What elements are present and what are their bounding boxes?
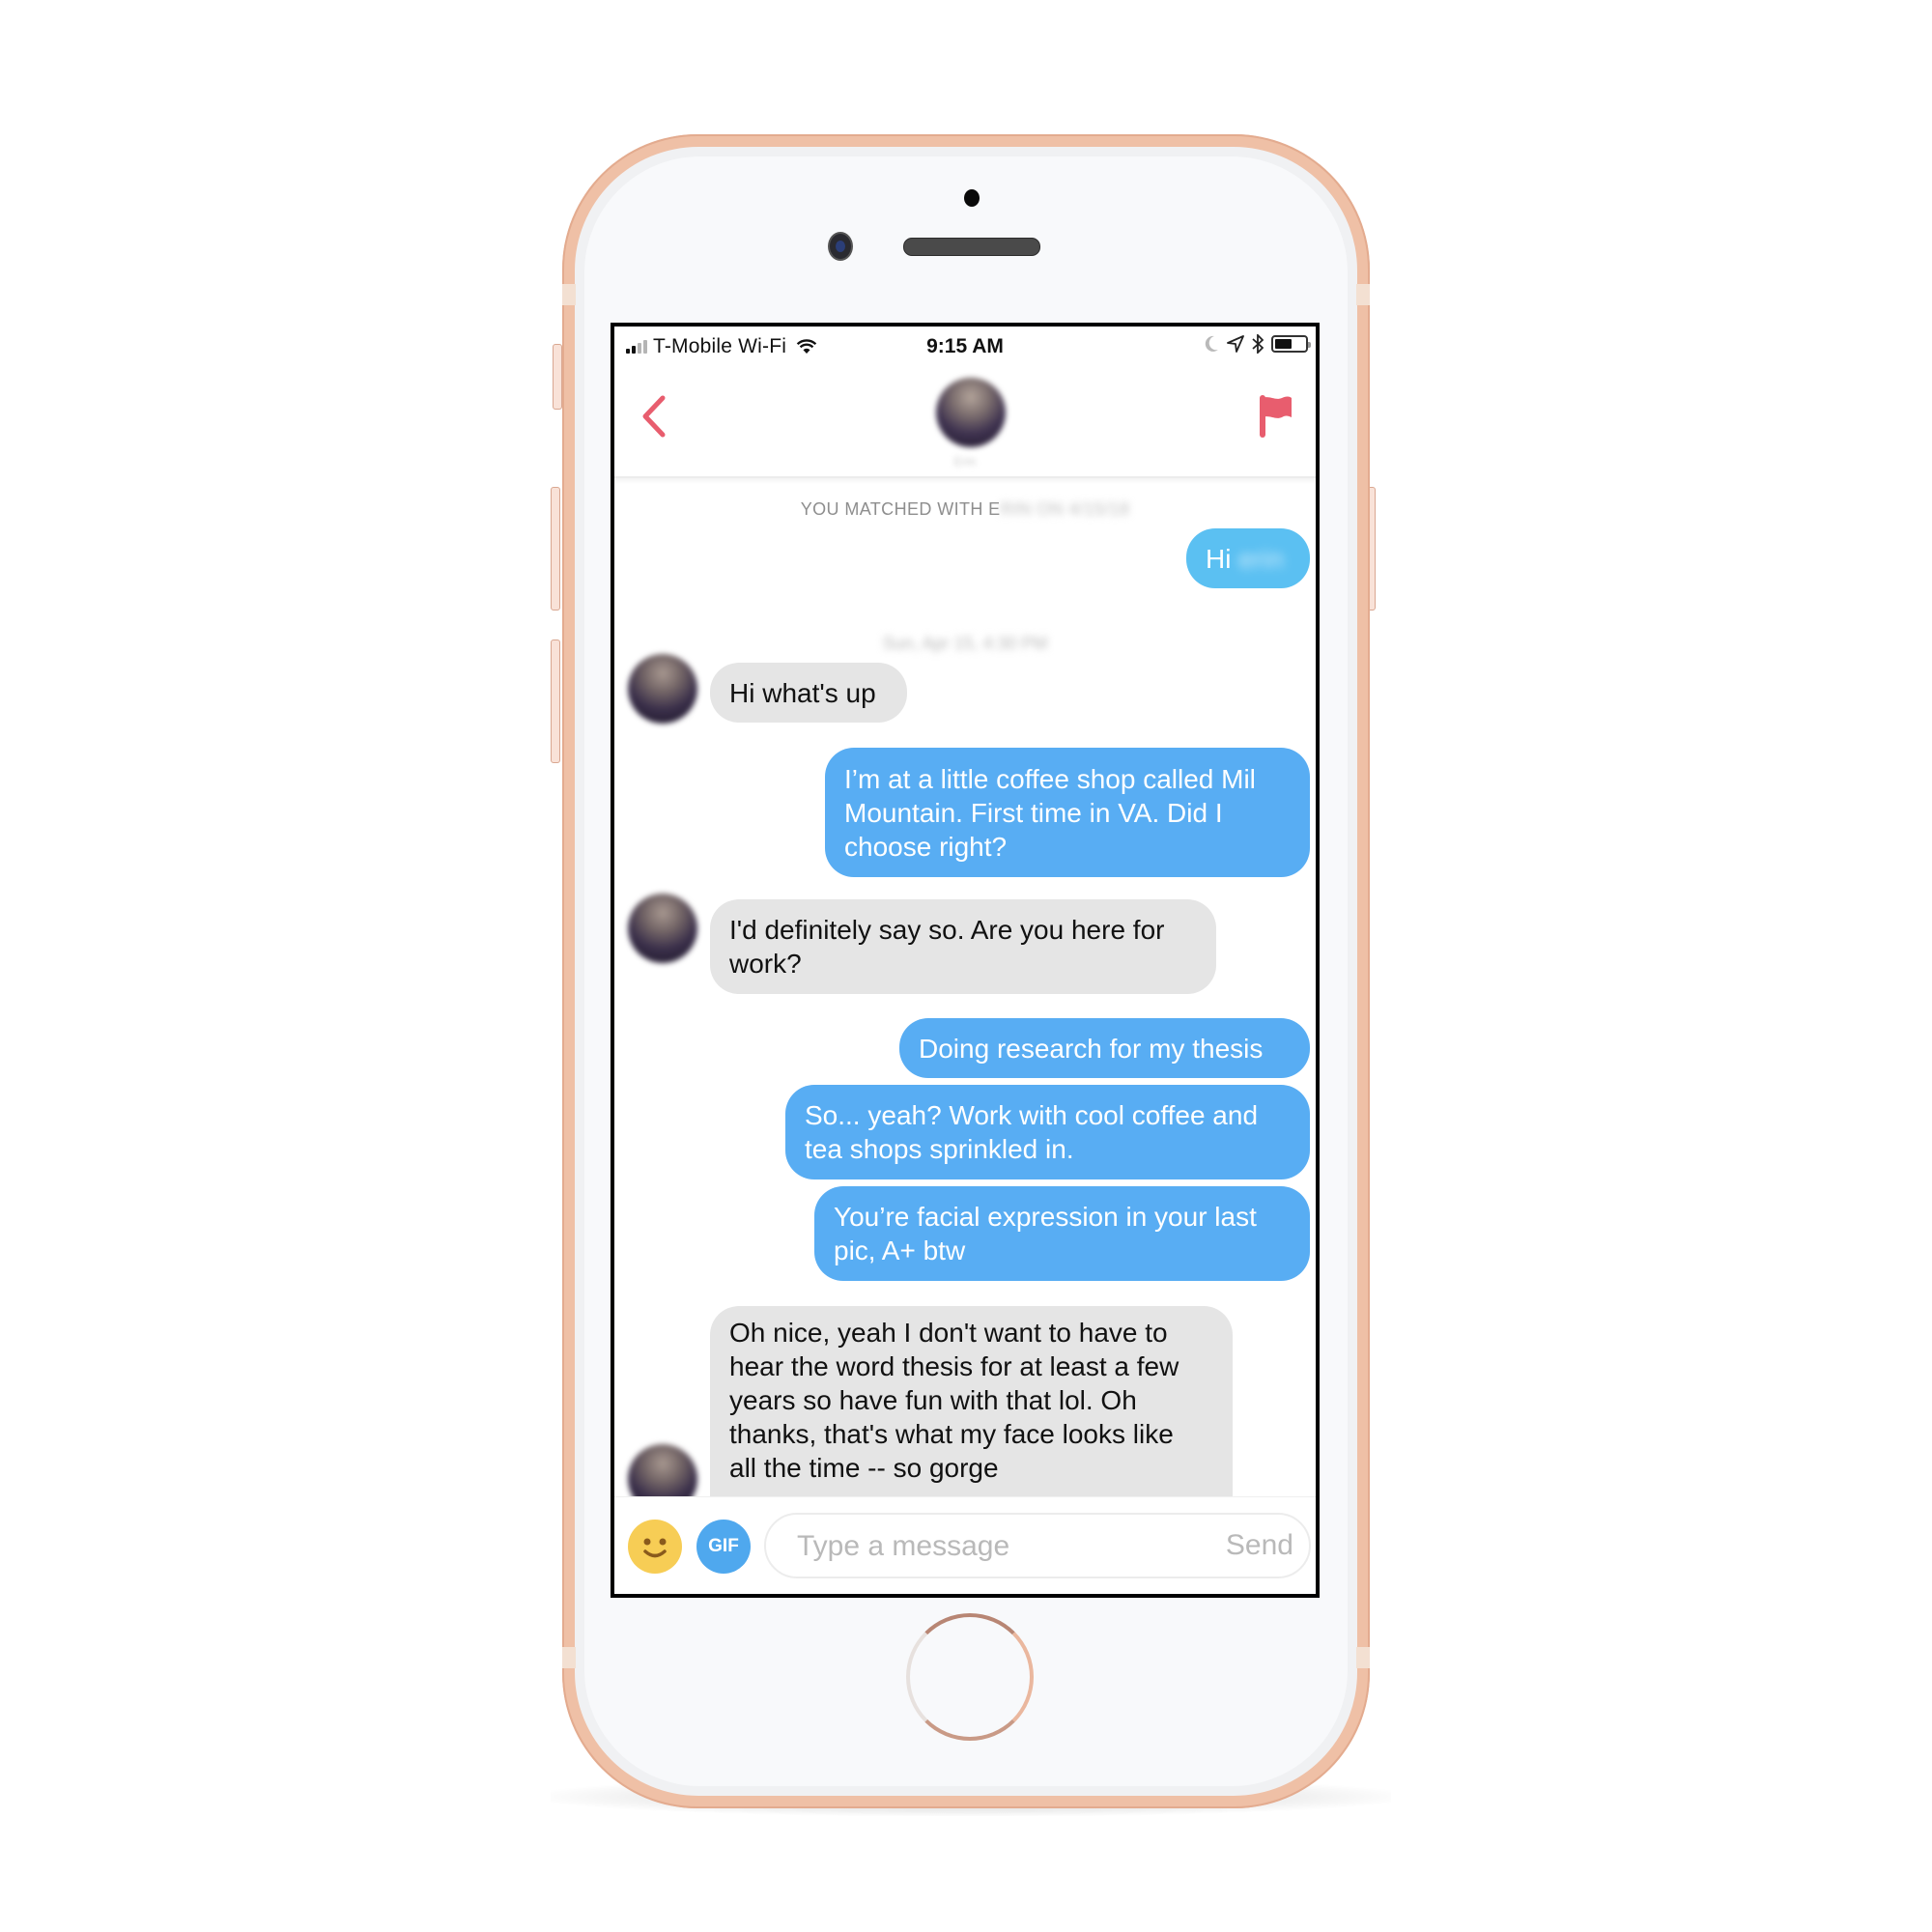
- home-button[interactable]: [906, 1613, 1034, 1741]
- message-line: thanks, that's what my face looks like: [729, 1419, 1174, 1449]
- match-notice-redacted: RIN ON 4/15/18: [1000, 499, 1130, 519]
- message-line: hear the word thesis for at least a few: [729, 1351, 1179, 1381]
- message-line: Mountain. First time in VA. Did I: [844, 797, 1223, 828]
- send-button[interactable]: Send: [1226, 1524, 1293, 1567]
- message-bubble-outgoing: Doing research for my thesis: [899, 1018, 1310, 1078]
- message-line: all the time -- so gorge: [729, 1453, 999, 1483]
- sender-avatar[interactable]: [628, 894, 697, 963]
- status-right: [1204, 334, 1311, 354]
- message-line: So... yeah? Work with cool coffee and: [805, 1100, 1259, 1130]
- message-text: Hi: [1206, 543, 1239, 574]
- match-notice: YOU MATCHED WITH ERIN ON 4/15/18: [614, 499, 1316, 520]
- message-bubble-outgoing: I’m at a little coffee shop called Mil M…: [825, 748, 1310, 877]
- message-line: You’re facial expression in your last: [834, 1202, 1257, 1232]
- message-line: years so have fun with that lol. Oh: [729, 1385, 1137, 1415]
- message-text: Hi what's up: [729, 677, 876, 708]
- message-bubble-outgoing: So... yeah? Work with cool coffee and te…: [785, 1085, 1310, 1179]
- message-bubble-incoming: Oh nice, yeah I don't want to have to he…: [710, 1306, 1233, 1528]
- match-name[interactable]: Erin: [614, 454, 1316, 469]
- status-bar: T-Mobile Wi-Fi 9:15 AM: [614, 327, 1316, 365]
- gif-button[interactable]: GIF: [696, 1520, 751, 1574]
- moon-icon: [1205, 335, 1218, 352]
- proximity-sensor: [964, 189, 980, 207]
- smiley-icon: [643, 1538, 667, 1558]
- antenna-band: [1356, 1647, 1370, 1668]
- message-line: choose right?: [844, 831, 1008, 862]
- location-arrow-icon: [1227, 335, 1244, 353]
- message-line: I’m at a little coffee shop called Mil: [844, 763, 1256, 794]
- message-list: YOU MATCHED WITH ERIN ON 4/15/18 Hi erin…: [614, 478, 1316, 1528]
- message-timestamp: Sun, Apr 15, 4:30 PM: [882, 634, 1048, 653]
- message-input-container: Send: [764, 1513, 1311, 1578]
- volume-down-button: [551, 639, 560, 763]
- front-camera: [828, 232, 853, 261]
- message-bubble-incoming: I'd definitely say so. Are you here for …: [710, 899, 1216, 994]
- message-bubble-outgoing: Hi erin: [1186, 528, 1310, 588]
- volume-up-button: [551, 487, 560, 611]
- sender-avatar[interactable]: [628, 654, 697, 724]
- message-line: pic, A+ btw: [834, 1236, 966, 1265]
- message-composer: GIF Send: [614, 1496, 1316, 1594]
- message-bubble-incoming: Hi what's up: [710, 663, 907, 723]
- bluetooth-icon: [1252, 334, 1264, 354]
- message-line: tea shops sprinkled in.: [805, 1134, 1074, 1164]
- silent-switch: [553, 344, 562, 410]
- message-text: Doing research for my thesis: [919, 1033, 1264, 1064]
- emoji-button[interactable]: [628, 1520, 682, 1574]
- message-line: work?: [729, 949, 802, 979]
- match-notice-text: YOU MATCHED WITH E: [800, 499, 1001, 519]
- match-avatar[interactable]: [936, 378, 1006, 447]
- antenna-band: [562, 284, 576, 305]
- flag-icon[interactable]: [1258, 394, 1296, 439]
- antenna-band: [1356, 284, 1370, 305]
- back-chevron-icon[interactable]: [636, 392, 670, 440]
- earpiece-speaker: [903, 238, 1040, 256]
- battery-icon: [1271, 335, 1311, 353]
- message-input[interactable]: [795, 1524, 1185, 1569]
- message-redacted: erin: [1238, 543, 1284, 574]
- antenna-band: [562, 1647, 576, 1668]
- chat-header: Erin: [614, 365, 1316, 478]
- message-line: Oh nice, yeah I don't want to have to: [729, 1318, 1168, 1348]
- message-bubble-outgoing: You’re facial expression in your last pi…: [814, 1186, 1310, 1281]
- message-line: I'd definitely say so. Are you here for: [729, 915, 1165, 945]
- battery-fill: [1275, 339, 1292, 349]
- screen: T-Mobile Wi-Fi 9:15 AM Erin YOU MATCHED …: [611, 323, 1320, 1598]
